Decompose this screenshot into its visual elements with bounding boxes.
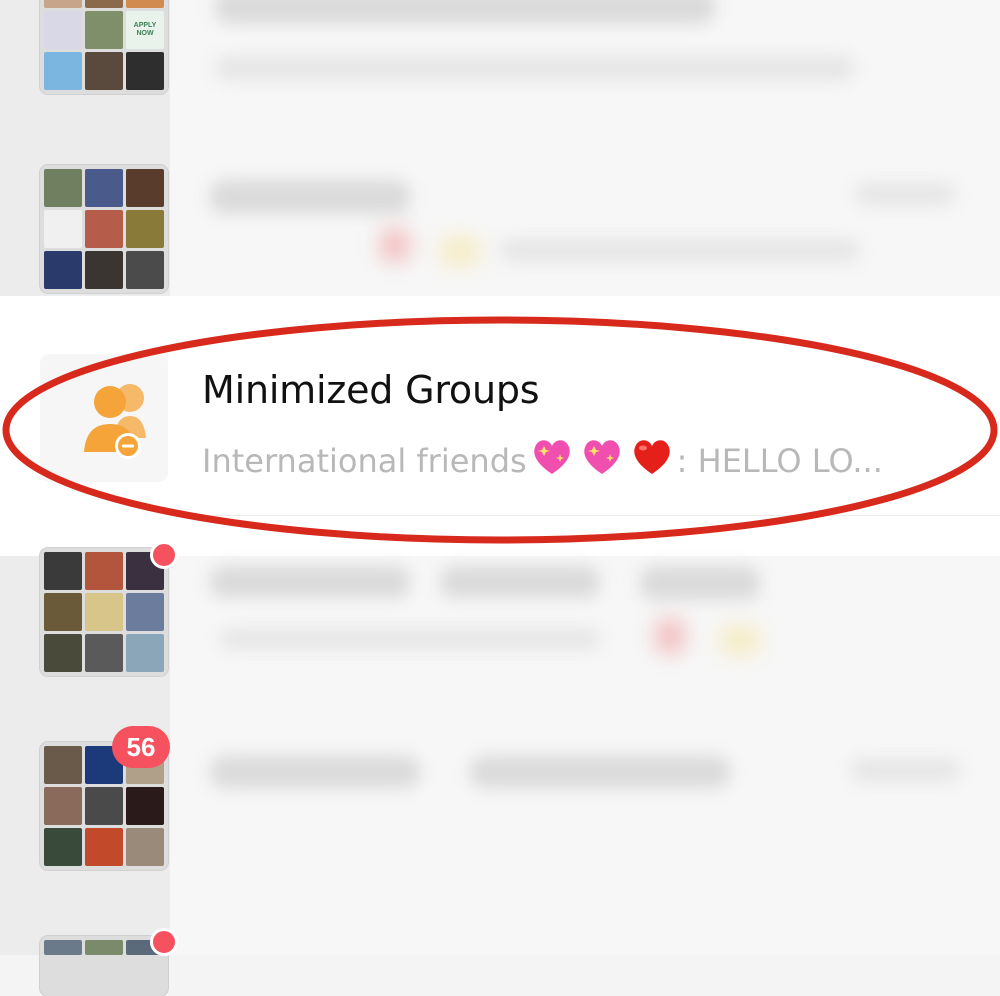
unread-count-badge: 56	[112, 726, 170, 768]
group-avatar	[40, 165, 168, 293]
group-avatar	[40, 936, 168, 996]
apply-now-tile: APPLY NOW	[126, 11, 164, 49]
unread-dot	[150, 541, 178, 569]
group-avatar	[40, 548, 168, 676]
group-avatar: APPLY NOW	[40, 0, 168, 94]
highlight-oval	[2, 316, 998, 544]
unread-dot	[150, 928, 178, 956]
